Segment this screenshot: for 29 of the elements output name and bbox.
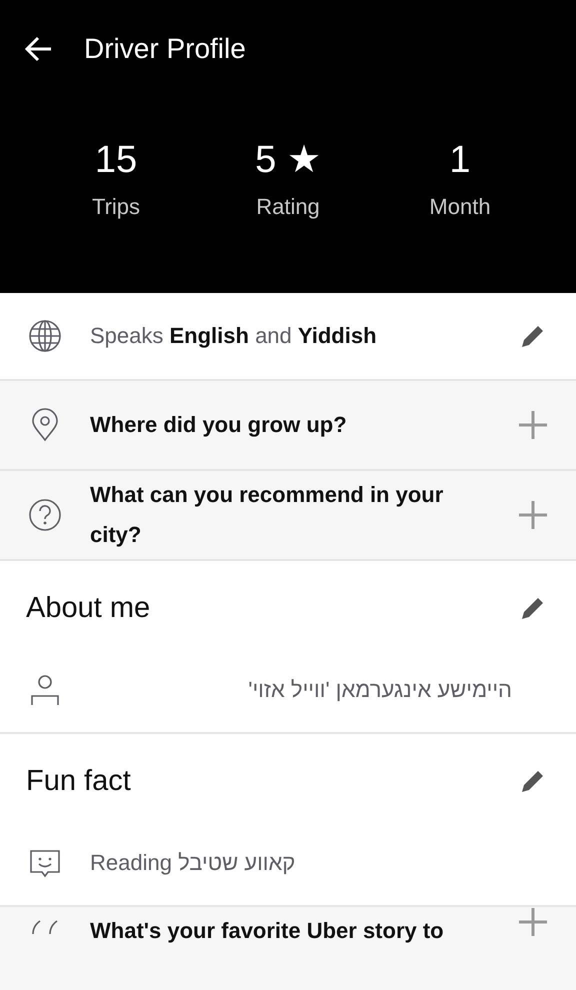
section-title: About me: [26, 592, 150, 624]
prompt-row[interactable]: Where did you grow up?: [0, 381, 576, 471]
prompt-text: What can you recommend in your city?: [90, 481, 444, 549]
globe-icon: [28, 319, 62, 353]
add-button[interactable]: [518, 500, 548, 530]
stat-label: Rating: [256, 194, 320, 220]
plus-icon: [518, 410, 548, 440]
section-text: היימישע אינגערמאן 'ווייל אזוי': [247, 677, 513, 703]
info-text: Speaks English and Yiddish: [90, 322, 378, 350]
plus-icon: [518, 500, 548, 530]
add-button[interactable]: [518, 907, 548, 937]
stat-label: Trips: [92, 194, 140, 220]
screen-title: Driver Profile: [84, 33, 246, 65]
prompt-text: Where did you grow up?: [90, 411, 348, 439]
section-text: Reading קאווע שטיבל: [90, 850, 296, 876]
back-arrow-icon: [24, 34, 54, 64]
question-icon: [28, 498, 62, 532]
stat-value: 5 ★: [255, 138, 321, 182]
stat-value: 15: [94, 138, 138, 182]
section-title: Fun fact: [26, 764, 131, 798]
prompt-row[interactable]: What's your favorite Uber story to: [0, 907, 576, 990]
person-icon: [28, 673, 62, 707]
prompt-row[interactable]: What can you recommend in your city?: [0, 471, 576, 561]
stat-label: Month: [429, 194, 491, 220]
add-button[interactable]: [518, 410, 548, 440]
back-button[interactable]: [24, 34, 54, 64]
prompt-text: What's your favorite Uber story to: [90, 917, 445, 945]
stat-value: 1: [449, 138, 471, 182]
plus-icon: [518, 907, 548, 937]
